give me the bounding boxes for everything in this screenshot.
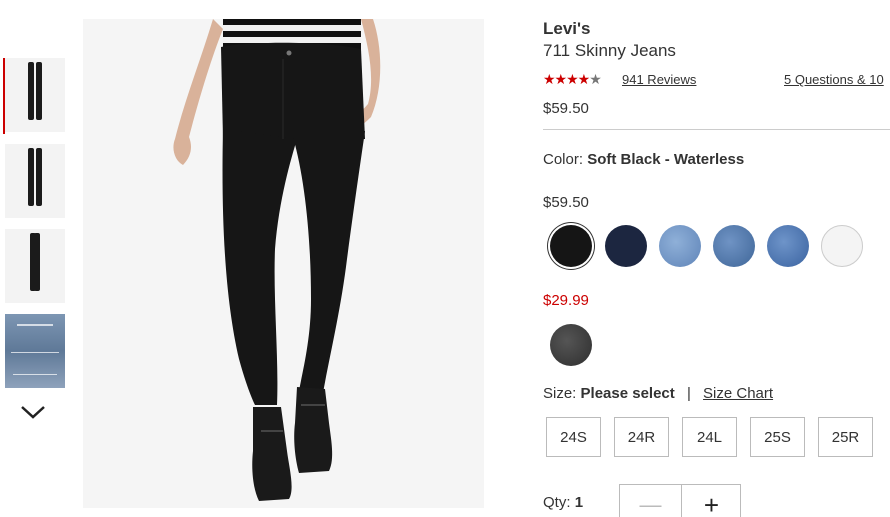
thumbnail-side[interactable] bbox=[5, 229, 65, 303]
model-in-jeans-image bbox=[173, 19, 381, 501]
size-selected-value: Please select bbox=[580, 385, 675, 402]
reviews-link[interactable]: 941 Reviews bbox=[622, 72, 696, 87]
size-label: Size: bbox=[543, 385, 577, 402]
swatch-dark-indigo[interactable] bbox=[605, 225, 647, 267]
quantity-label-text: Qty: bbox=[543, 494, 571, 511]
size-option-25s[interactable]: 25S bbox=[750, 417, 805, 457]
size-option-25r[interactable]: 25R bbox=[818, 417, 873, 457]
thumbnail-back-image bbox=[28, 148, 42, 208]
swatch-light-wash[interactable] bbox=[659, 225, 701, 267]
size-selection-label: Size: Please select | Size Chart bbox=[543, 385, 773, 402]
product-name: 711 Skinny Jeans bbox=[543, 41, 676, 60]
swatch-group-price-sale: $29.99 bbox=[543, 292, 589, 309]
swatch-charcoal[interactable] bbox=[550, 324, 592, 366]
size-chart-link[interactable]: Size Chart bbox=[703, 385, 773, 402]
thumbnail-front-image bbox=[28, 62, 42, 122]
divider bbox=[543, 129, 890, 130]
swatch-blue-wash[interactable] bbox=[767, 225, 809, 267]
swatch-medium-wash[interactable] bbox=[713, 225, 755, 267]
color-label: Color: bbox=[543, 151, 584, 168]
product-info: Levi's 711 Skinny Jeans ★★★★★ 941 Review… bbox=[543, 0, 890, 517]
color-selection-label: Color: Soft Black - Waterless bbox=[543, 151, 744, 168]
main-product-image[interactable] bbox=[83, 19, 484, 508]
size-option-24r[interactable]: 24R bbox=[614, 417, 669, 457]
thumbnail-waterless-promo[interactable] bbox=[5, 314, 65, 388]
quantity-value: 1 bbox=[574, 494, 584, 511]
thumbnail-rail bbox=[0, 0, 70, 517]
star-icon: ★★★★ bbox=[543, 71, 590, 87]
swatch-soft-black[interactable] bbox=[550, 225, 592, 267]
decrease-quantity-button[interactable]: — bbox=[620, 485, 681, 517]
chevron-down-icon[interactable] bbox=[20, 404, 46, 420]
quantity-stepper: — + bbox=[619, 484, 741, 517]
quantity-label: Qty: 1 bbox=[543, 494, 583, 511]
thumbnail-front[interactable] bbox=[5, 58, 65, 132]
thumbnail-back[interactable] bbox=[5, 144, 65, 218]
swatch-group-price-regular: $59.50 bbox=[543, 194, 589, 211]
size-option-24l[interactable]: 24L bbox=[682, 417, 737, 457]
swatch-white[interactable] bbox=[821, 225, 863, 267]
product-price: $59.50 bbox=[543, 100, 589, 117]
questions-link[interactable]: 5 Questions & 10 bbox=[784, 72, 884, 87]
size-option-24s[interactable]: 24S bbox=[546, 417, 601, 457]
increase-quantity-button[interactable]: + bbox=[681, 485, 741, 517]
rating-stars[interactable]: ★★★★★ bbox=[543, 71, 602, 88]
product-brand[interactable]: Levi's bbox=[543, 19, 591, 39]
color-selected-value: Soft Black - Waterless bbox=[587, 151, 745, 168]
size-separator: | bbox=[686, 385, 691, 402]
half-star-icon: ★ bbox=[589, 71, 602, 87]
thumbnail-side-image bbox=[30, 233, 40, 293]
